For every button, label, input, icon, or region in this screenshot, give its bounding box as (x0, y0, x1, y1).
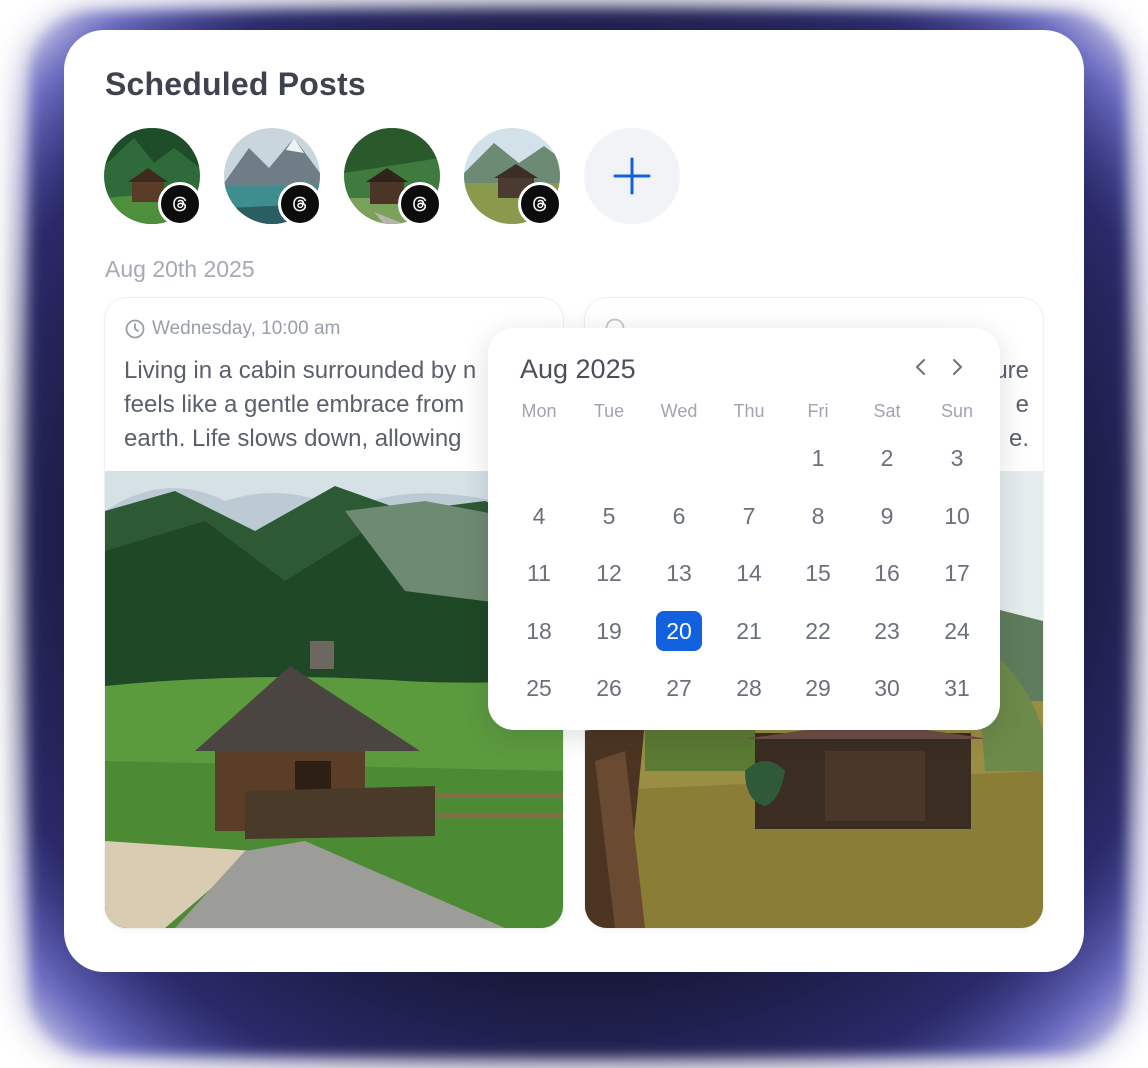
calendar-day[interactable]: 25 (516, 668, 562, 708)
weekday-label: Sun (940, 401, 974, 421)
add-account-button[interactable] (584, 128, 680, 224)
calendar-day[interactable]: 27 (656, 668, 702, 708)
calendar-day[interactable]: 1 (795, 438, 841, 478)
calendar-day[interactable]: 23 (864, 611, 910, 651)
chevron-right-icon (953, 359, 962, 375)
weekday-label: Mon (521, 401, 557, 421)
next-month-button[interactable] (944, 354, 970, 380)
calendar-day[interactable]: 19 (586, 611, 632, 651)
threads-icon (278, 182, 322, 226)
calendar-day[interactable]: 9 (864, 496, 910, 536)
weekday-label: Sat (873, 401, 901, 421)
chevron-left-icon (916, 359, 925, 375)
post-time-label: Wednesday, 10:00 am (152, 318, 341, 339)
weekday-label: Tue (593, 401, 625, 421)
calendar-day[interactable]: 29 (795, 668, 841, 708)
calendar-day[interactable]: 21 (726, 611, 772, 651)
page-title: Scheduled Posts (105, 66, 366, 102)
calendar-day[interactable]: 4 (516, 496, 562, 536)
calendar-day[interactable]: 12 (586, 553, 632, 593)
calendar-day[interactable]: 28 (726, 668, 772, 708)
calendar-day[interactable]: 11 (516, 553, 562, 593)
post-time: Wednesday, 10:00 am (125, 318, 340, 340)
weekday-label: Wed (660, 401, 698, 421)
weekday-header: Mon Tue Wed Thu Fri Sat Sun (504, 401, 992, 429)
calendar-day[interactable]: 2 (864, 438, 910, 478)
calendar-day[interactable]: 26 (586, 668, 632, 708)
calendar-day[interactable]: 16 (864, 553, 910, 593)
weekday-label: Fri (807, 401, 829, 421)
calendar-day[interactable]: 7 (726, 496, 772, 536)
calendar-day[interactable]: 15 (795, 553, 841, 593)
scheduled-posts-card: Scheduled Posts Aug 20th 2025 Wednesday,… (64, 30, 1084, 972)
previous-month-button[interactable] (908, 354, 934, 380)
clock-icon (125, 319, 145, 339)
plus-icon (613, 157, 651, 195)
weekday-label: Thu (733, 401, 765, 421)
calendar-day[interactable]: 31 (934, 668, 980, 708)
calendar-month-label: Aug 2025 (520, 354, 636, 384)
calendar-day[interactable]: 22 (795, 611, 841, 651)
calendar-day[interactable]: 10 (934, 496, 980, 536)
threads-icon (158, 182, 202, 226)
calendar-day[interactable]: 5 (586, 496, 632, 536)
calendar-day[interactable]: 8 (795, 496, 841, 536)
threads-icon (518, 182, 562, 226)
calendar-day[interactable]: 18 (516, 611, 562, 651)
calendar-day[interactable]: 3 (934, 438, 980, 478)
calendar-day[interactable]: 13 (656, 553, 702, 593)
calendar-day[interactable]: 24 (934, 611, 980, 651)
schedule-date-label: Aug 20th 2025 (105, 256, 255, 282)
calendar-day[interactable]: 30 (864, 668, 910, 708)
calendar-day-selected[interactable]: 20 (656, 611, 702, 651)
calendar-day[interactable]: 6 (656, 496, 702, 536)
calendar-day[interactable]: 14 (726, 553, 772, 593)
calendar-day[interactable]: 17 (934, 553, 980, 593)
threads-icon (398, 182, 442, 226)
account-avatars (104, 128, 724, 228)
date-picker-popover: Aug 2025 Mon Tue Wed Thu Fri Sat Sun 123456789… (488, 328, 1000, 730)
